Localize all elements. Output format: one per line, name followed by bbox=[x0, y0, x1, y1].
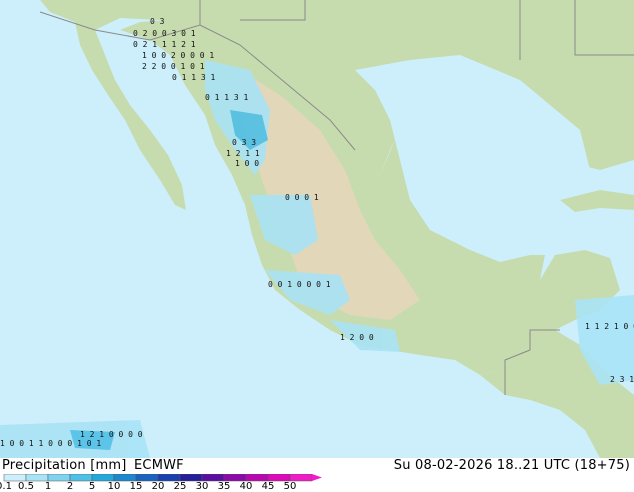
legend-swatch bbox=[179, 474, 203, 482]
precip-label-r0: 0 3 bbox=[150, 17, 165, 26]
legend-swatch bbox=[245, 474, 269, 482]
legend-swatch bbox=[201, 474, 225, 482]
legend-swatch bbox=[3, 474, 27, 482]
precip-label-r2: 0 2 1 1 1 2 1 bbox=[133, 40, 196, 49]
legend-tick: 15 bbox=[129, 481, 143, 492]
legend-swatch bbox=[25, 474, 49, 482]
legend-swatch bbox=[91, 474, 115, 482]
legend-swatch bbox=[69, 474, 93, 482]
map-canvas: 0 3 0 2 0 0 3 0 1 0 2 1 1 1 2 1 1 0 0 2 … bbox=[0, 0, 634, 458]
precip-label-r1: 0 2 0 0 3 0 1 bbox=[133, 29, 196, 38]
legend-tick: 20 bbox=[151, 481, 165, 492]
precip-label-r10: 0 0 0 1 bbox=[285, 193, 319, 202]
legend-tick: 2 bbox=[66, 481, 74, 492]
map-title: Precipitation [mm] bbox=[2, 458, 127, 473]
legend-swatch bbox=[157, 474, 181, 482]
precip-label-r9: 1 0 0 bbox=[235, 159, 259, 168]
legend-tick: 10 bbox=[107, 481, 121, 492]
precip-label-r6: 0 1 1 3 1 bbox=[205, 93, 249, 102]
legend-tick: 40 bbox=[239, 481, 253, 492]
precip-label-r3: 1 0 0 2 0 0 0 1 bbox=[142, 51, 214, 60]
legend-swatch bbox=[135, 474, 159, 482]
legend-tick: 50 bbox=[283, 481, 297, 492]
model-name: ECMWF bbox=[134, 458, 184, 473]
precip-label-r7: 0 3 3 bbox=[232, 138, 256, 147]
precip-label-r5: 0 1 1 3 1 bbox=[172, 73, 216, 82]
precip-label-r13: 1 2 1 0 0 0 0 bbox=[80, 430, 143, 439]
precipitation-map[interactable]: 0 3 0 2 0 0 3 0 1 0 2 1 1 1 2 1 1 0 0 2 … bbox=[0, 0, 634, 458]
legend-swatch bbox=[223, 474, 247, 482]
footer-bar: Precipitation [mm] ECMWF Su 08-02-2026 1… bbox=[0, 458, 634, 492]
legend-swatch bbox=[267, 474, 291, 482]
legend-tick: 30 bbox=[195, 481, 209, 492]
legend-swatch bbox=[113, 474, 137, 482]
precip-legend: 0.10.5125101520253035404550 bbox=[0, 474, 330, 492]
legend-tick: 25 bbox=[173, 481, 187, 492]
precip-label-r15: 2 3 1 bbox=[610, 375, 634, 384]
legend-tick: 1 bbox=[44, 481, 52, 492]
legend-swatch bbox=[289, 474, 313, 482]
legend-tick: 5 bbox=[88, 481, 96, 492]
legend-tick: 0.1 bbox=[0, 481, 12, 492]
precip-label-r4: 2 2 0 0 1 0 1 bbox=[142, 62, 205, 71]
legend-tick: 35 bbox=[217, 481, 231, 492]
precip-label-r12: 1 0 0 1 1 0 0 0 1 0 1 bbox=[0, 439, 101, 448]
forecast-datetime: Su 08-02-2026 18..21 UTC (18+75) bbox=[393, 458, 630, 473]
precip-label-r11: 0 0 1 0 0 0 1 bbox=[268, 280, 331, 289]
precip-label-r14: 1 1 2 1 0 0 0 1 0 bbox=[585, 322, 634, 331]
legend-arrow bbox=[312, 474, 322, 481]
precip-label-r8: 1 2 1 1 bbox=[226, 149, 260, 158]
legend-tick: 0.5 bbox=[18, 481, 34, 492]
legend-tick: 45 bbox=[261, 481, 275, 492]
legend-swatch bbox=[47, 474, 71, 482]
precip-label-r16: 1 2 0 0 bbox=[340, 333, 374, 342]
